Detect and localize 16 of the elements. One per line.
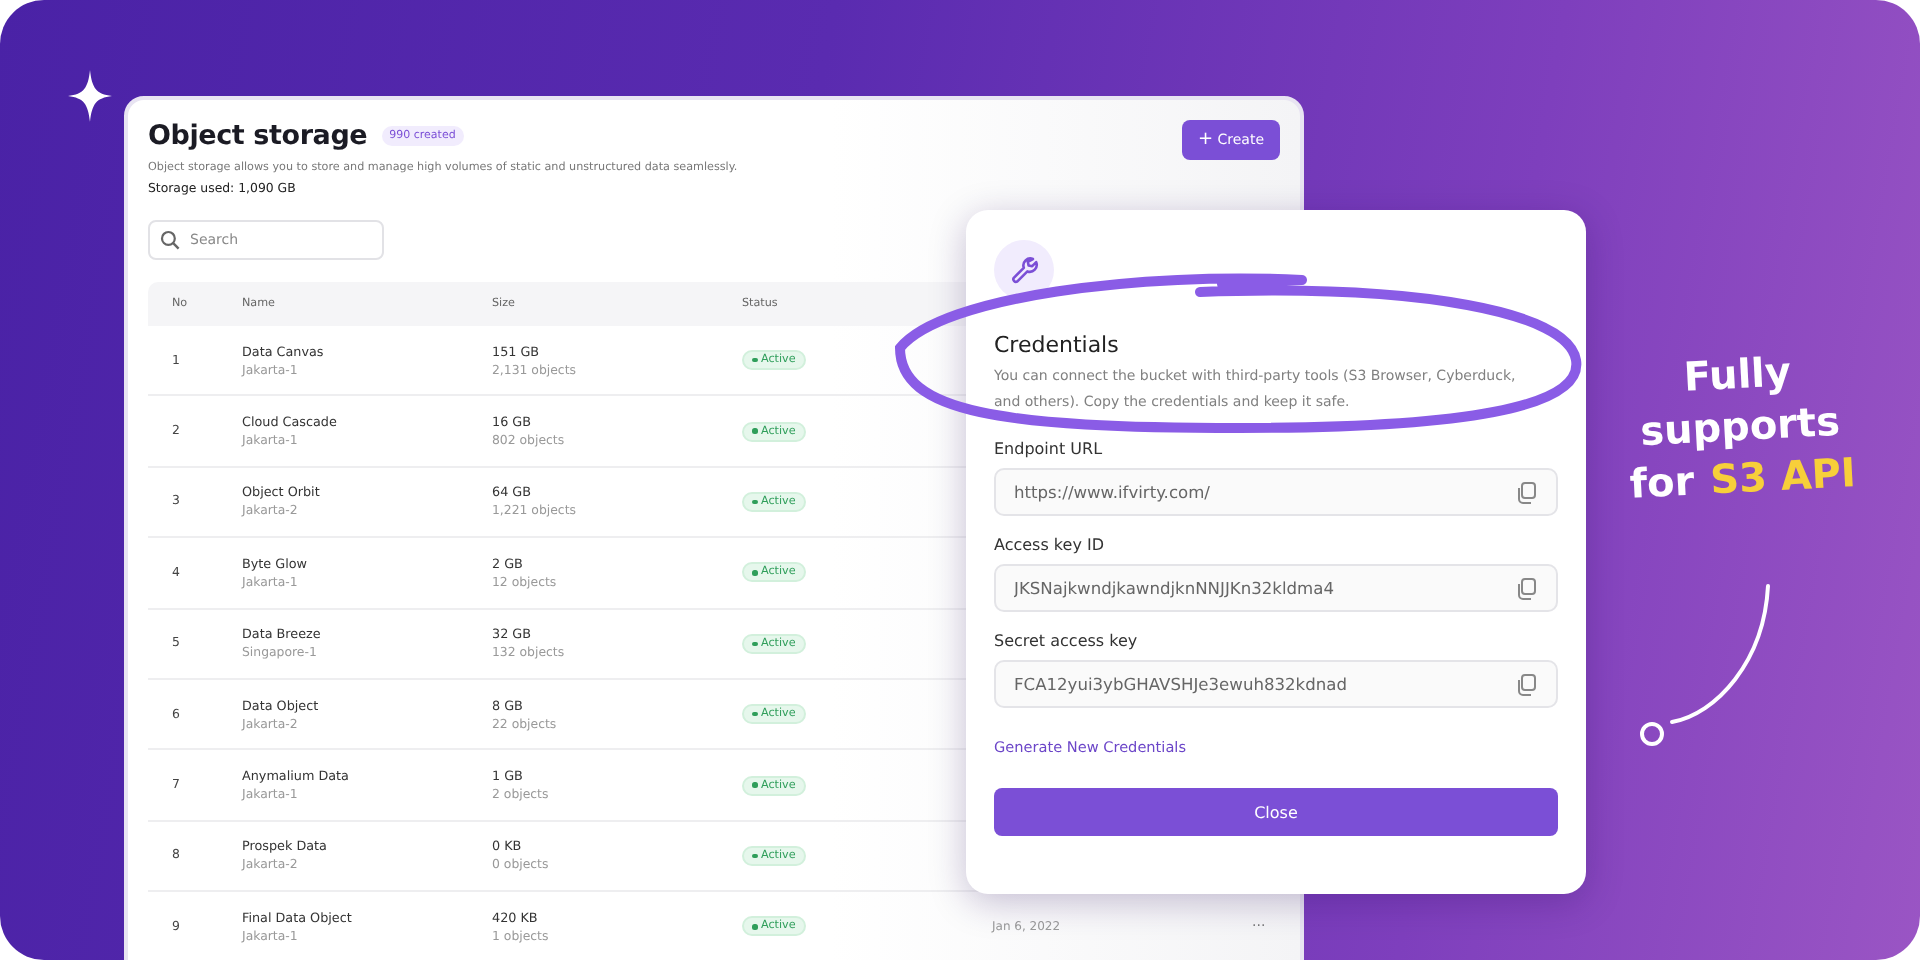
field-label: Access key ID <box>994 536 1106 554</box>
copy-icon[interactable] <box>1516 577 1536 599</box>
page-title: Object storage <box>148 120 368 152</box>
callout-text: for <box>1628 456 1696 508</box>
search-icon <box>160 230 180 250</box>
dialog-title: Credentials <box>994 332 1121 358</box>
copy-icon[interactable] <box>1516 673 1536 695</box>
field-label: Endpoint URL <box>994 440 1105 458</box>
sparkle-icon <box>68 70 112 122</box>
close-button[interactable]: Close <box>994 788 1558 836</box>
input-field[interactable]: https://www.ifvirty.com/ <box>994 468 1558 516</box>
field-label: Secret access key <box>994 632 1140 650</box>
input-field[interactable]: FCA12yui3ybGHAVSHJe3ewuh832kdnad <box>994 660 1558 708</box>
copy-icon[interactable] <box>1516 481 1536 503</box>
callout-text: Fully <box>1682 347 1793 401</box>
wrench-icon <box>994 240 1054 300</box>
